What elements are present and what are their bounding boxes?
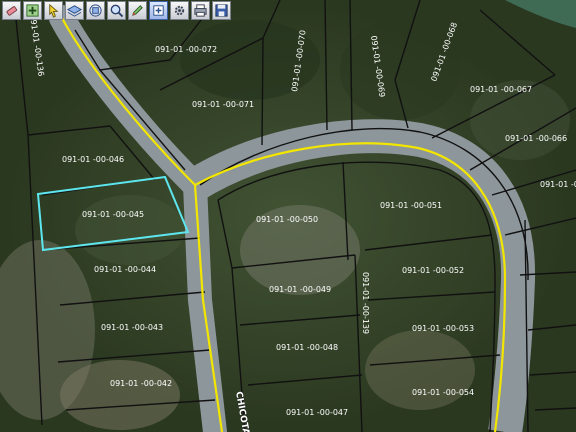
layer-plus-icon [26, 4, 39, 17]
parcel-label: 091-01 -00-046 [62, 155, 124, 164]
parcel-label: 091-01 -00-071 [192, 100, 254, 109]
identify-button[interactable] [44, 1, 63, 20]
parcel-label: 091-01 -00-045 [82, 210, 144, 219]
magnifier-icon [110, 4, 124, 18]
settings-button[interactable] [170, 1, 189, 20]
eraser-tool-button[interactable] [2, 1, 21, 20]
parcel-label: 091-01 -00-052 [402, 266, 464, 275]
map-toolbar [0, 0, 233, 21]
parcel-label: 091-01 -00-072 [155, 45, 217, 54]
pen-icon [132, 5, 143, 16]
parcel-label: 091-01 -00-043 [101, 323, 163, 332]
layers-icon [67, 5, 82, 17]
parcel-label: 091-01 -00-048 [276, 343, 338, 352]
search-button[interactable] [107, 1, 126, 20]
save-icon [215, 4, 228, 17]
parcel-label: 091-01 -00-047 [286, 408, 348, 417]
parcel-label: 091-01 -00-053 [412, 324, 474, 333]
map-viewport[interactable]: CHICOTA LN 091-01 -00-136 091-01 -00-072… [0, 0, 576, 432]
full-extent-icon [153, 5, 164, 16]
parcel-label: 091-01 -00-139 [361, 272, 370, 334]
eraser-icon [6, 6, 18, 16]
parcel-label: 091-01 -00-042 [110, 379, 172, 388]
pointer-icon [49, 3, 59, 18]
buffer-icon [89, 4, 102, 17]
parcel-label: 091-01 -00-050 [256, 215, 318, 224]
draw-button[interactable] [128, 1, 147, 20]
parcel-map[interactable]: CHICOTA LN 091-01 -00-136 091-01 -00-072… [0, 0, 576, 432]
parcel-label: 091-01 -00-065 [540, 180, 576, 189]
parcel-label: 091-01 -00-051 [380, 201, 442, 210]
layers-button[interactable] [65, 1, 84, 20]
full-extent-button[interactable] [149, 1, 168, 20]
settings-icon [174, 5, 185, 16]
parcel-label: 091-01 -00-066 [505, 134, 567, 143]
add-layer-button[interactable] [23, 1, 42, 20]
save-button[interactable] [212, 1, 231, 20]
printer-icon [194, 4, 207, 17]
print-button[interactable] [191, 1, 210, 20]
parcel-label: 091-01 -00-049 [269, 285, 331, 294]
parcel-label: 091-01 -00-054 [412, 388, 474, 397]
parcel-label: 091-01 -00-067 [470, 85, 532, 94]
buffer-button[interactable] [86, 1, 105, 20]
parcel-label: 091-01 -00-044 [94, 265, 156, 274]
